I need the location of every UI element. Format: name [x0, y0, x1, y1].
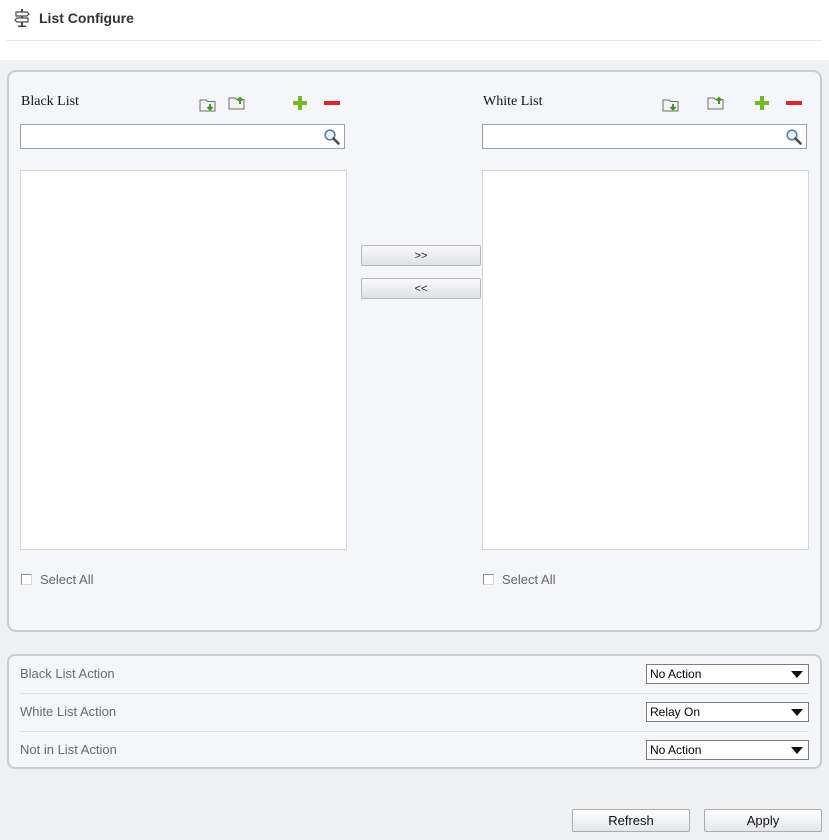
move-to-white-button[interactable]: >>	[361, 245, 481, 266]
search-icon[interactable]	[323, 128, 341, 146]
search-icon[interactable]	[785, 128, 803, 146]
refresh-button[interactable]: Refresh	[572, 809, 690, 832]
page-title: List Configure	[39, 10, 134, 26]
dropdown-arrow-icon[interactable]	[791, 709, 803, 716]
not-in-list-action-select[interactable]: No Action	[646, 740, 809, 760]
selected-value: Relay On	[650, 705, 701, 719]
white-list-select-all[interactable]: Select All	[483, 572, 555, 587]
remove-icon[interactable]	[323, 94, 341, 112]
black-list-action-row: Black List Action No Action	[20, 656, 809, 694]
black-list-items[interactable]	[20, 170, 347, 550]
white-list-action-label: White List Action	[20, 704, 117, 719]
apply-button[interactable]: Apply	[704, 809, 822, 832]
black-list-search-input[interactable]	[23, 127, 320, 146]
dropdown-arrow-icon[interactable]	[791, 671, 803, 678]
white-list-search-input[interactable]	[485, 127, 782, 146]
dropdown-arrow-icon[interactable]	[791, 747, 803, 754]
page-header: List Configure	[14, 7, 134, 29]
selected-value: No Action	[650, 743, 702, 757]
white-list-action-select[interactable]: Relay On	[646, 702, 809, 722]
remove-icon[interactable]	[785, 94, 803, 112]
black-list-action-label: Black List Action	[20, 666, 115, 681]
add-icon[interactable]	[291, 94, 309, 112]
black-list-action-select[interactable]: No Action	[646, 664, 809, 684]
black-list-title: Black List	[21, 94, 79, 109]
white-list-title: White List	[483, 94, 543, 109]
checkbox[interactable]	[21, 574, 32, 585]
checkbox[interactable]	[483, 574, 494, 585]
signpost-icon	[14, 9, 30, 27]
import-icon[interactable]	[662, 96, 680, 114]
black-list-search-box[interactable]	[20, 124, 345, 149]
header-divider	[6, 40, 822, 41]
select-all-label: Select All	[40, 572, 94, 587]
black-list-select-all[interactable]: Select All	[21, 572, 93, 587]
not-in-list-action-label: Not in List Action	[20, 742, 117, 757]
export-icon[interactable]	[707, 93, 725, 111]
select-all-label: Select All	[502, 572, 556, 587]
export-icon[interactable]	[228, 93, 246, 111]
white-list-action-row: White List Action Relay On	[20, 694, 809, 732]
white-list-items[interactable]	[482, 170, 809, 550]
not-in-list-action-row: Not in List Action No Action	[20, 732, 809, 770]
white-list-search-box[interactable]	[482, 124, 807, 149]
selected-value: No Action	[650, 667, 702, 681]
add-icon[interactable]	[753, 94, 771, 112]
import-icon[interactable]	[199, 96, 217, 114]
move-to-black-button[interactable]: <<	[361, 278, 481, 299]
